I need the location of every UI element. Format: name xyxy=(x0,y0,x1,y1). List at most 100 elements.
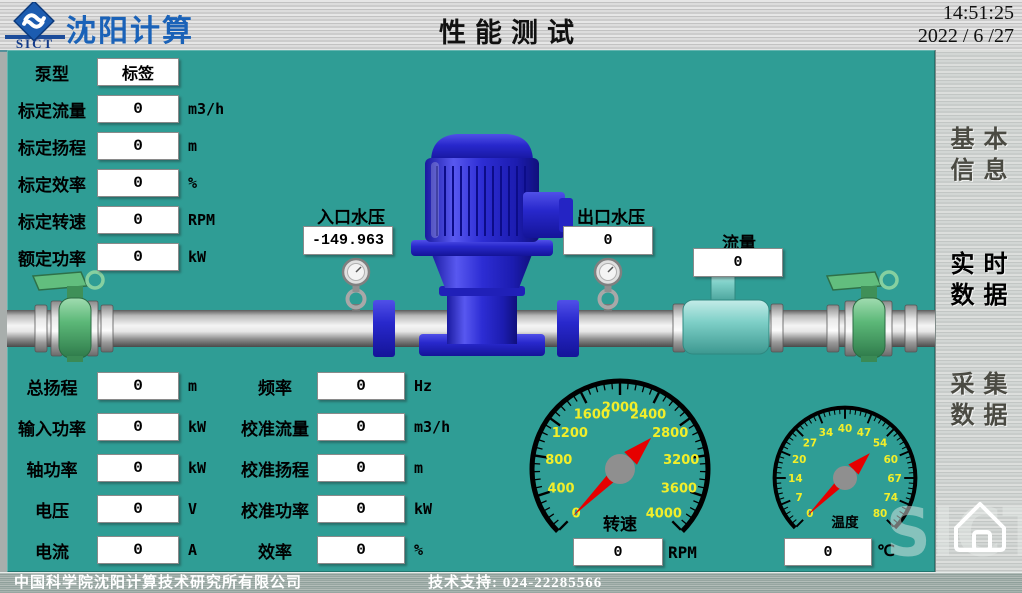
field-row: 校准流量0m3/h xyxy=(239,413,450,441)
field-value-box[interactable]: 0 xyxy=(317,372,405,400)
sidebar-item-capture-data[interactable]: 采集数据 xyxy=(936,370,1022,432)
field-unit: m xyxy=(188,137,197,155)
field-value-box[interactable]: 0 xyxy=(97,495,179,523)
field-label: 标定转速 xyxy=(13,208,91,233)
speed-unit: RPM xyxy=(668,543,697,562)
clock-date: 2022 / 6 /27 xyxy=(918,25,1014,48)
sidebar-item-line: 基本 xyxy=(936,125,1022,156)
flow-value-box[interactable]: 0 xyxy=(693,248,783,277)
outlet-pressure-value-box[interactable]: 0 xyxy=(563,226,653,255)
field-row: 轴功率0kW xyxy=(13,454,206,482)
temperature-value-box[interactable]: 0 xyxy=(784,538,872,566)
svg-text:4000: 4000 xyxy=(646,506,682,521)
field-label: 频率 xyxy=(239,374,311,399)
sidebar-item-basic-info[interactable]: 基本信息 xyxy=(936,125,1022,187)
pipe xyxy=(7,310,935,347)
field-label: 效率 xyxy=(239,538,311,563)
svg-text:7: 7 xyxy=(796,492,803,504)
field-unit: m xyxy=(414,459,423,477)
field-label: 标定流量 xyxy=(13,97,91,122)
inlet-pressure-value-box[interactable]: -149.963 xyxy=(303,226,393,255)
svg-text:47: 47 xyxy=(857,427,871,439)
status-footer: 中国科学院沈阳计算技术研究所有限公司 技术支持: 024-22285566 xyxy=(0,572,1022,593)
home-button[interactable] xyxy=(944,488,1016,560)
clock-time: 14:51:25 xyxy=(918,2,1014,25)
svg-text:400: 400 xyxy=(547,482,574,497)
field-value-box[interactable]: 0 xyxy=(317,536,405,564)
svg-text:54: 54 xyxy=(873,438,887,450)
outlet-pressure-label: 出口水压 xyxy=(563,203,659,228)
app-header: SICT 沈阳计算 性能测试 14:51:25 2022 / 6 /27 xyxy=(0,0,1022,52)
gauge-hub xyxy=(605,454,635,484)
field-value-box[interactable]: 0 xyxy=(97,95,179,123)
inlet-pressure-label: 入口水压 xyxy=(303,203,399,228)
sidebar-item-realtime-data[interactable]: 实时数据 xyxy=(936,250,1022,312)
company-name: 中国科学院沈阳计算技术研究所有限公司 xyxy=(14,573,302,593)
field-label: 校准功率 xyxy=(239,497,311,522)
field-value-box[interactable]: 0 xyxy=(97,413,179,441)
field-value-box[interactable]: 0 xyxy=(317,413,405,441)
support-phone: 技术支持: 024-22285566 xyxy=(428,573,602,593)
field-unit: % xyxy=(414,541,423,559)
field-unit: kW xyxy=(414,500,432,518)
pipe-flanges xyxy=(35,304,917,352)
field-row: 标定流量0m3/h xyxy=(13,95,224,123)
field-value-box[interactable]: 0 xyxy=(317,454,405,482)
svg-text:3200: 3200 xyxy=(663,453,699,468)
gauge-hub xyxy=(833,466,857,490)
field-label: 标定效率 xyxy=(13,171,91,196)
field-value-box[interactable]: 0 xyxy=(97,132,179,160)
field-label: 校准流量 xyxy=(239,415,311,440)
measured-panel: 总扬程0m输入功率0kW轴功率0kW电压0V电流0A xyxy=(13,372,206,577)
gauge-title: 转速 xyxy=(603,514,637,535)
field-row: 校准功率0 kW xyxy=(239,495,450,523)
field-value-box[interactable]: 0 xyxy=(97,169,179,197)
field-row: 频率0Hz xyxy=(239,372,450,400)
pump-spec-panel: 泵型标签标定流量0m3/h标定扬程0m标定效率0%标定转速0RPM额定功率0kW xyxy=(13,58,224,280)
field-label: 校准扬程 xyxy=(239,456,311,481)
svg-text:40: 40 xyxy=(838,423,852,435)
calibration-panel: 频率0Hz校准流量0m3/h校准扬程0m校准功率0kW效率0% xyxy=(239,372,450,577)
svg-text:34: 34 xyxy=(819,427,833,439)
field-value-box[interactable]: 0 xyxy=(97,454,179,482)
field-row: 效率0% xyxy=(239,536,450,564)
field-value-box[interactable]: 0 xyxy=(97,372,179,400)
svg-text:67: 67 xyxy=(887,473,901,485)
field-label: 总扬程 xyxy=(13,374,91,399)
field-row: 电流0A xyxy=(13,536,206,564)
field-label: 输入功率 xyxy=(13,415,91,440)
gauge-title: 温度 xyxy=(831,514,859,531)
field-row: 标定效率0% xyxy=(13,169,224,197)
temperature-unit: ℃ xyxy=(877,541,895,560)
field-row: 输入功率0kW xyxy=(13,413,206,441)
pump-type-button[interactable]: 标签 xyxy=(97,58,179,86)
pump-graphic xyxy=(373,134,579,357)
sidebar-item-line: 数据 xyxy=(936,281,1022,312)
field-label: 电压 xyxy=(13,497,91,522)
home-door xyxy=(974,532,990,550)
svg-text:20: 20 xyxy=(792,454,806,466)
sidebar-item-line: 信息 xyxy=(936,156,1022,187)
nav-sidebar: 基本信息实时数据采集数据 xyxy=(935,50,1022,572)
field-unit: kW xyxy=(188,459,206,477)
field-unit: % xyxy=(188,174,197,192)
field-value-box[interactable]: 0 xyxy=(317,495,405,523)
field-row: 总扬程0m xyxy=(13,372,206,400)
field-label: 电流 xyxy=(13,538,91,563)
field-unit: V xyxy=(188,500,197,518)
field-row: 泵型标签 xyxy=(13,58,224,86)
field-unit: RPM xyxy=(188,211,215,229)
field-value-box[interactable]: 0 xyxy=(97,206,179,234)
sidebar-item-line: 数据 xyxy=(936,401,1022,432)
field-label: 额定功率 xyxy=(13,245,91,270)
field-value-box[interactable]: 0 xyxy=(97,243,179,271)
field-value-box[interactable]: 0 xyxy=(97,536,179,564)
svg-text:2800: 2800 xyxy=(652,426,688,441)
sidebar-item-line: 采集 xyxy=(936,370,1022,401)
field-row: 标定扬程0m xyxy=(13,132,224,160)
speed-value-box[interactable]: 0 xyxy=(573,538,663,566)
field-row: 额定功率0kW xyxy=(13,243,224,271)
svg-text:2400: 2400 xyxy=(630,407,666,422)
inlet-pressure-gauge-icon xyxy=(343,259,369,312)
svg-text:60: 60 xyxy=(884,454,898,466)
